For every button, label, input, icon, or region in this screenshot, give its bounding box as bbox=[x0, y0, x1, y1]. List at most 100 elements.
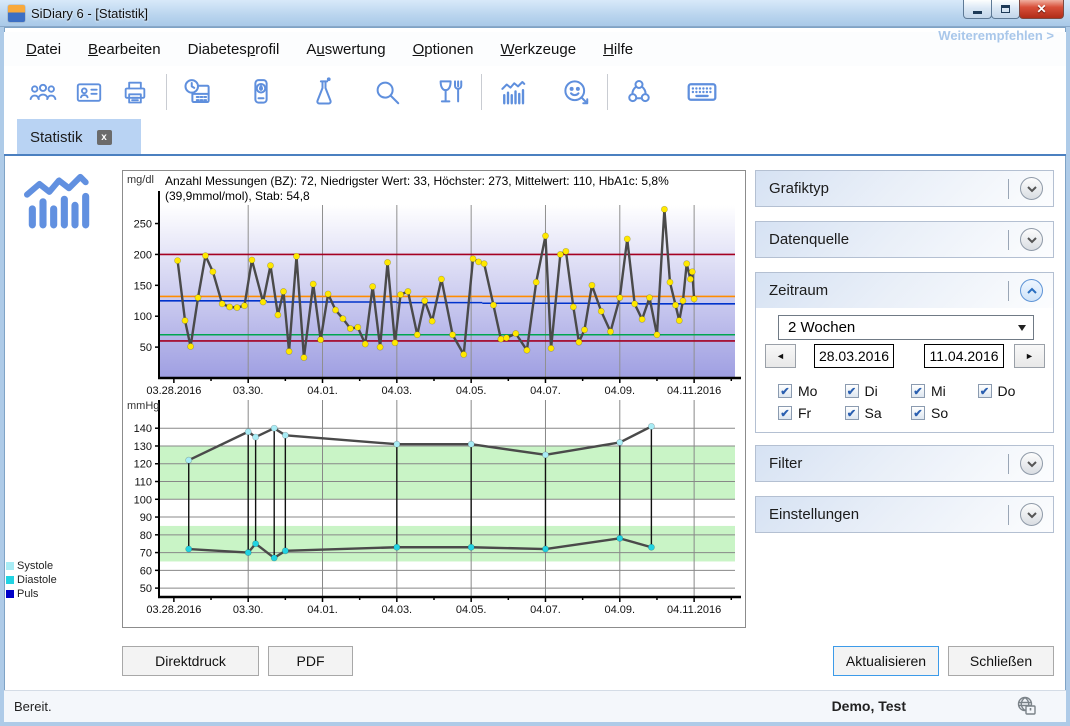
tab-close-icon[interactable]: x bbox=[97, 130, 112, 145]
weekday-checkboxes: ✔ Mo ✔ Di ✔Mi✔Do ✔Fr✔Sa✔So bbox=[778, 380, 1044, 424]
search-icon[interactable] bbox=[364, 75, 410, 109]
chevron-down-icon[interactable] bbox=[1020, 228, 1043, 251]
weekday-sa[interactable]: ✔Sa bbox=[845, 402, 912, 424]
minimize-button[interactable] bbox=[963, 0, 992, 19]
checkbox-icon[interactable]: ✔ bbox=[978, 384, 992, 398]
blood-pressure-chart: 506070809010011012013014003.28.201603.30… bbox=[123, 397, 745, 627]
menu-item-datei[interactable]: Datei bbox=[26, 41, 61, 58]
svg-text:04.11.2016: 04.11.2016 bbox=[667, 385, 721, 397]
svg-text:03.28.2016: 03.28.2016 bbox=[146, 604, 201, 616]
svg-text:70: 70 bbox=[140, 548, 152, 560]
weekday-di[interactable]: ✔ Di bbox=[845, 380, 912, 402]
printer-icon[interactable] bbox=[112, 75, 158, 109]
svg-text:50: 50 bbox=[140, 583, 152, 595]
direktdruck-button[interactable]: Direktdruck bbox=[122, 646, 259, 676]
svg-text:04.03.: 04.03. bbox=[382, 604, 413, 616]
lab-flask-icon[interactable] bbox=[301, 75, 347, 109]
weekday-mi[interactable]: ✔Mi bbox=[911, 380, 978, 402]
svg-text:04.05.: 04.05. bbox=[456, 604, 487, 616]
separator bbox=[1008, 281, 1009, 301]
svg-text:120: 120 bbox=[134, 459, 152, 471]
svg-text:03.30.: 03.30. bbox=[233, 385, 264, 397]
contact-card-icon[interactable] bbox=[66, 75, 112, 109]
svg-text:100: 100 bbox=[134, 311, 152, 323]
svg-text:04.11.2016: 04.11.2016 bbox=[667, 604, 721, 616]
svg-text:80: 80 bbox=[140, 530, 152, 542]
checkbox-icon[interactable]: ✔ bbox=[911, 384, 925, 398]
legend-label: Diastole bbox=[17, 574, 57, 586]
date-from-field[interactable]: 28.03.2016 bbox=[814, 344, 894, 368]
prev-period-button[interactable]: ◄ bbox=[765, 344, 796, 368]
glucose-meter-icon[interactable] bbox=[238, 75, 284, 109]
section-filter[interactable]: Filter bbox=[755, 445, 1054, 482]
menu-item-optionen[interactable]: Optionen bbox=[413, 41, 474, 58]
users-icon[interactable] bbox=[20, 75, 66, 109]
next-period-button[interactable]: ► bbox=[1014, 344, 1045, 368]
legend-swatch bbox=[6, 562, 14, 570]
section-einstellungen[interactable]: Einstellungen bbox=[755, 496, 1054, 533]
menu-item-werkzeuge[interactable]: Werkzeuge bbox=[500, 41, 576, 58]
svg-text:04.05.: 04.05. bbox=[456, 385, 487, 397]
sync-status-icon[interactable] bbox=[1014, 694, 1038, 723]
chevron-down-icon[interactable] bbox=[1020, 452, 1043, 475]
weekday-mo[interactable]: ✔ Mo bbox=[778, 380, 845, 402]
chevron-down-icon[interactable] bbox=[1020, 503, 1043, 526]
toolbar-spacer bbox=[670, 74, 671, 110]
svg-text:90: 90 bbox=[140, 512, 152, 524]
chevron-up-icon[interactable] bbox=[1020, 279, 1043, 302]
tab-underline bbox=[4, 154, 1066, 156]
toolbar-separator bbox=[166, 74, 167, 110]
toolbar-spacer bbox=[355, 74, 356, 110]
weekday-so[interactable]: ✔So bbox=[911, 402, 978, 424]
statistics-icon[interactable] bbox=[490, 75, 536, 109]
svg-text:03.30.: 03.30. bbox=[233, 604, 264, 616]
toolbar-separator bbox=[607, 74, 608, 110]
section-zeitraum[interactable]: Zeitraum 2 Wochen ◄ 28.03.2016 11.04.201… bbox=[755, 272, 1054, 433]
tab-statistik[interactable]: Statistik x bbox=[17, 119, 141, 155]
chevron-down-icon[interactable] bbox=[1020, 177, 1043, 200]
section-datenquelle[interactable]: Datenquelle bbox=[755, 221, 1054, 258]
pdf-button[interactable]: PDF bbox=[268, 646, 353, 676]
nutrition-icon[interactable] bbox=[427, 75, 473, 109]
menu-bar: Datei Bearbeiten Diabetesprofil Auswertung O… bbox=[4, 32, 1066, 66]
checkbox-icon[interactable]: ✔ bbox=[911, 406, 925, 420]
close-button[interactable]: ✕ bbox=[1019, 0, 1064, 19]
section-grafiktyp[interactable]: Grafiktyp bbox=[755, 170, 1054, 207]
zeitraum-range-select[interactable]: 2 Wochen bbox=[778, 315, 1034, 340]
svg-text:04.09.: 04.09. bbox=[605, 604, 636, 616]
feedback-icon[interactable] bbox=[553, 75, 599, 109]
toolbar-spacer bbox=[418, 74, 419, 110]
menu-item-diabetesprofil[interactable]: Diabetesprofil bbox=[188, 41, 280, 58]
section-label: Filter bbox=[756, 455, 802, 472]
legend-item-systole: Systole bbox=[6, 559, 57, 573]
checkbox-icon[interactable]: ✔ bbox=[778, 406, 792, 420]
aktualisieren-button[interactable]: Aktualisieren bbox=[833, 646, 939, 676]
weekday-label: Mo bbox=[798, 383, 817, 399]
toolbar-spacer bbox=[544, 74, 545, 110]
keyboard-icon[interactable] bbox=[679, 75, 725, 109]
date-to-field[interactable]: 11.04.2016 bbox=[924, 344, 1004, 368]
menu-item-auswertung[interactable]: Auswertung bbox=[306, 41, 385, 58]
maximize-button[interactable] bbox=[991, 0, 1020, 19]
menu-item-hilfe[interactable]: Hilfe bbox=[603, 41, 633, 58]
recommend-link[interactable]: Weiterempfehlen > bbox=[938, 28, 1054, 43]
diary-icon[interactable] bbox=[175, 75, 221, 109]
weekday-fr[interactable]: ✔Fr bbox=[778, 402, 845, 424]
separator bbox=[1008, 179, 1009, 199]
svg-text:130: 130 bbox=[134, 441, 152, 453]
weekday-label: Di bbox=[865, 383, 878, 399]
window-title: SiDiary 6 - [Statistik] bbox=[31, 6, 148, 21]
minimize-icon bbox=[973, 11, 982, 14]
section-label: Zeitraum bbox=[756, 282, 828, 299]
sync-icon[interactable] bbox=[616, 75, 662, 109]
zeitraum-range-value: 2 Wochen bbox=[788, 319, 855, 336]
section-label: Grafiktyp bbox=[756, 180, 829, 197]
checkbox-icon[interactable]: ✔ bbox=[845, 406, 859, 420]
section-label: Datenquelle bbox=[756, 231, 849, 248]
checkbox-icon[interactable]: ✔ bbox=[778, 384, 792, 398]
weekday-do[interactable]: ✔Do bbox=[978, 380, 1045, 402]
checkbox-icon[interactable]: ✔ bbox=[845, 384, 859, 398]
menu-item-bearbeiten[interactable]: Bearbeiten bbox=[88, 41, 161, 58]
schliessen-button[interactable]: Schließen bbox=[948, 646, 1054, 676]
tab-row: Statistik x bbox=[4, 118, 1066, 155]
